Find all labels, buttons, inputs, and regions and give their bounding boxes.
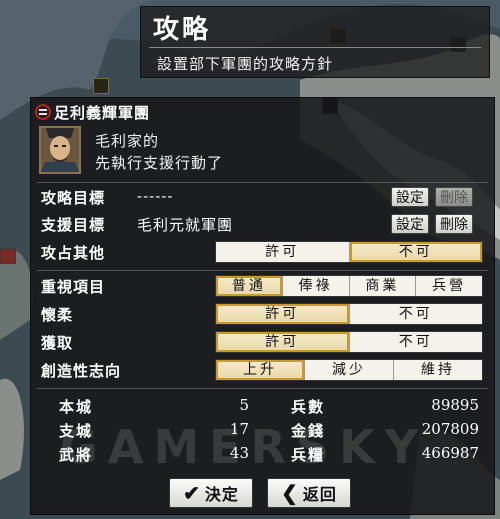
map-castle-icon[interactable] [93, 78, 109, 94]
capture-label: 獲取 [41, 334, 74, 352]
target-delete-button[interactable]: 刪除 [435, 187, 473, 207]
priority-option[interactable]: 俸祿 [283, 276, 350, 296]
priority-option[interactable]: 普通 [216, 276, 283, 296]
conciliate-label: 懷柔 [41, 306, 74, 324]
divider [37, 182, 488, 183]
priority-label: 重視項目 [41, 278, 106, 296]
priority-option[interactable]: 商業 [350, 276, 417, 296]
creativity-option[interactable]: 維持 [394, 360, 482, 380]
clan-crest-icon [35, 104, 51, 120]
title-divider [149, 47, 481, 48]
attack-other-toggle: 許可 不可 [215, 241, 483, 263]
troops-label: 兵數 [291, 398, 326, 416]
back-arrow-icon: ❮ [281, 481, 299, 505]
castle-count-label: 本城 [59, 398, 94, 416]
conciliate-toggle: 許可 不可 [215, 303, 483, 325]
screen-title-panel: 攻略 設置部下軍團的攻略方針 [140, 6, 490, 78]
support-value: 毛利元就軍團 [137, 216, 234, 234]
confirm-label: 決定 [204, 485, 239, 504]
capture-deny-option[interactable]: 不可 [350, 332, 483, 352]
map-marker-icon[interactable] [0, 248, 16, 264]
attack-other-allow-option[interactable]: 許可 [216, 242, 350, 262]
target-value: ------ [137, 187, 174, 205]
capture-toggle: 許可 不可 [215, 331, 483, 353]
support-set-button[interactable]: 設定 [391, 214, 429, 234]
capture-allow-option[interactable]: 許可 [216, 332, 350, 352]
watermark: GAMERSKY [60, 420, 429, 474]
back-label: 返回 [302, 485, 337, 504]
support-delete-button[interactable]: 刪除 [435, 214, 473, 234]
attack-other-deny-option[interactable]: 不可 [349, 242, 482, 262]
priority-toggle: 普通 俸祿 商業 兵營 [215, 275, 483, 297]
priority-option[interactable]: 兵營 [416, 276, 482, 296]
attack-other-label: 攻占其他 [41, 244, 106, 262]
castle-count-value: 5 [239, 396, 249, 414]
creativity-option[interactable]: 上升 [216, 360, 305, 380]
checkmark-icon: ✔ [183, 481, 201, 505]
target-label: 攻略目標 [41, 189, 106, 207]
general-portrait [39, 126, 81, 174]
troops-value: 89895 [431, 396, 479, 414]
divider [37, 270, 488, 271]
conciliate-allow-option[interactable]: 許可 [216, 304, 350, 324]
message-line: 先執行支援行動了 [95, 154, 224, 172]
message-line: 毛利家的 [95, 132, 160, 150]
screen-subtitle: 設置部下軍團的攻略方針 [157, 55, 334, 73]
screen-title: 攻略 [153, 15, 212, 45]
target-set-button[interactable]: 設定 [391, 187, 429, 207]
dialog-message: 毛利家的 先執行支援行動了 [95, 130, 223, 174]
support-label: 支援目標 [41, 216, 106, 234]
creativity-label: 創造性志向 [41, 362, 122, 380]
dialog-header: 足利義輝軍團 [35, 102, 150, 122]
divider [37, 388, 488, 389]
dialog-title: 足利義輝軍團 [54, 103, 151, 122]
conciliate-deny-option[interactable]: 不可 [350, 304, 483, 324]
back-button[interactable]: ❮ 返回 [267, 478, 351, 508]
confirm-button[interactable]: ✔ 決定 [169, 478, 253, 508]
creativity-toggle: 上升 減少 維持 [215, 359, 483, 381]
creativity-option[interactable]: 減少 [305, 360, 394, 380]
